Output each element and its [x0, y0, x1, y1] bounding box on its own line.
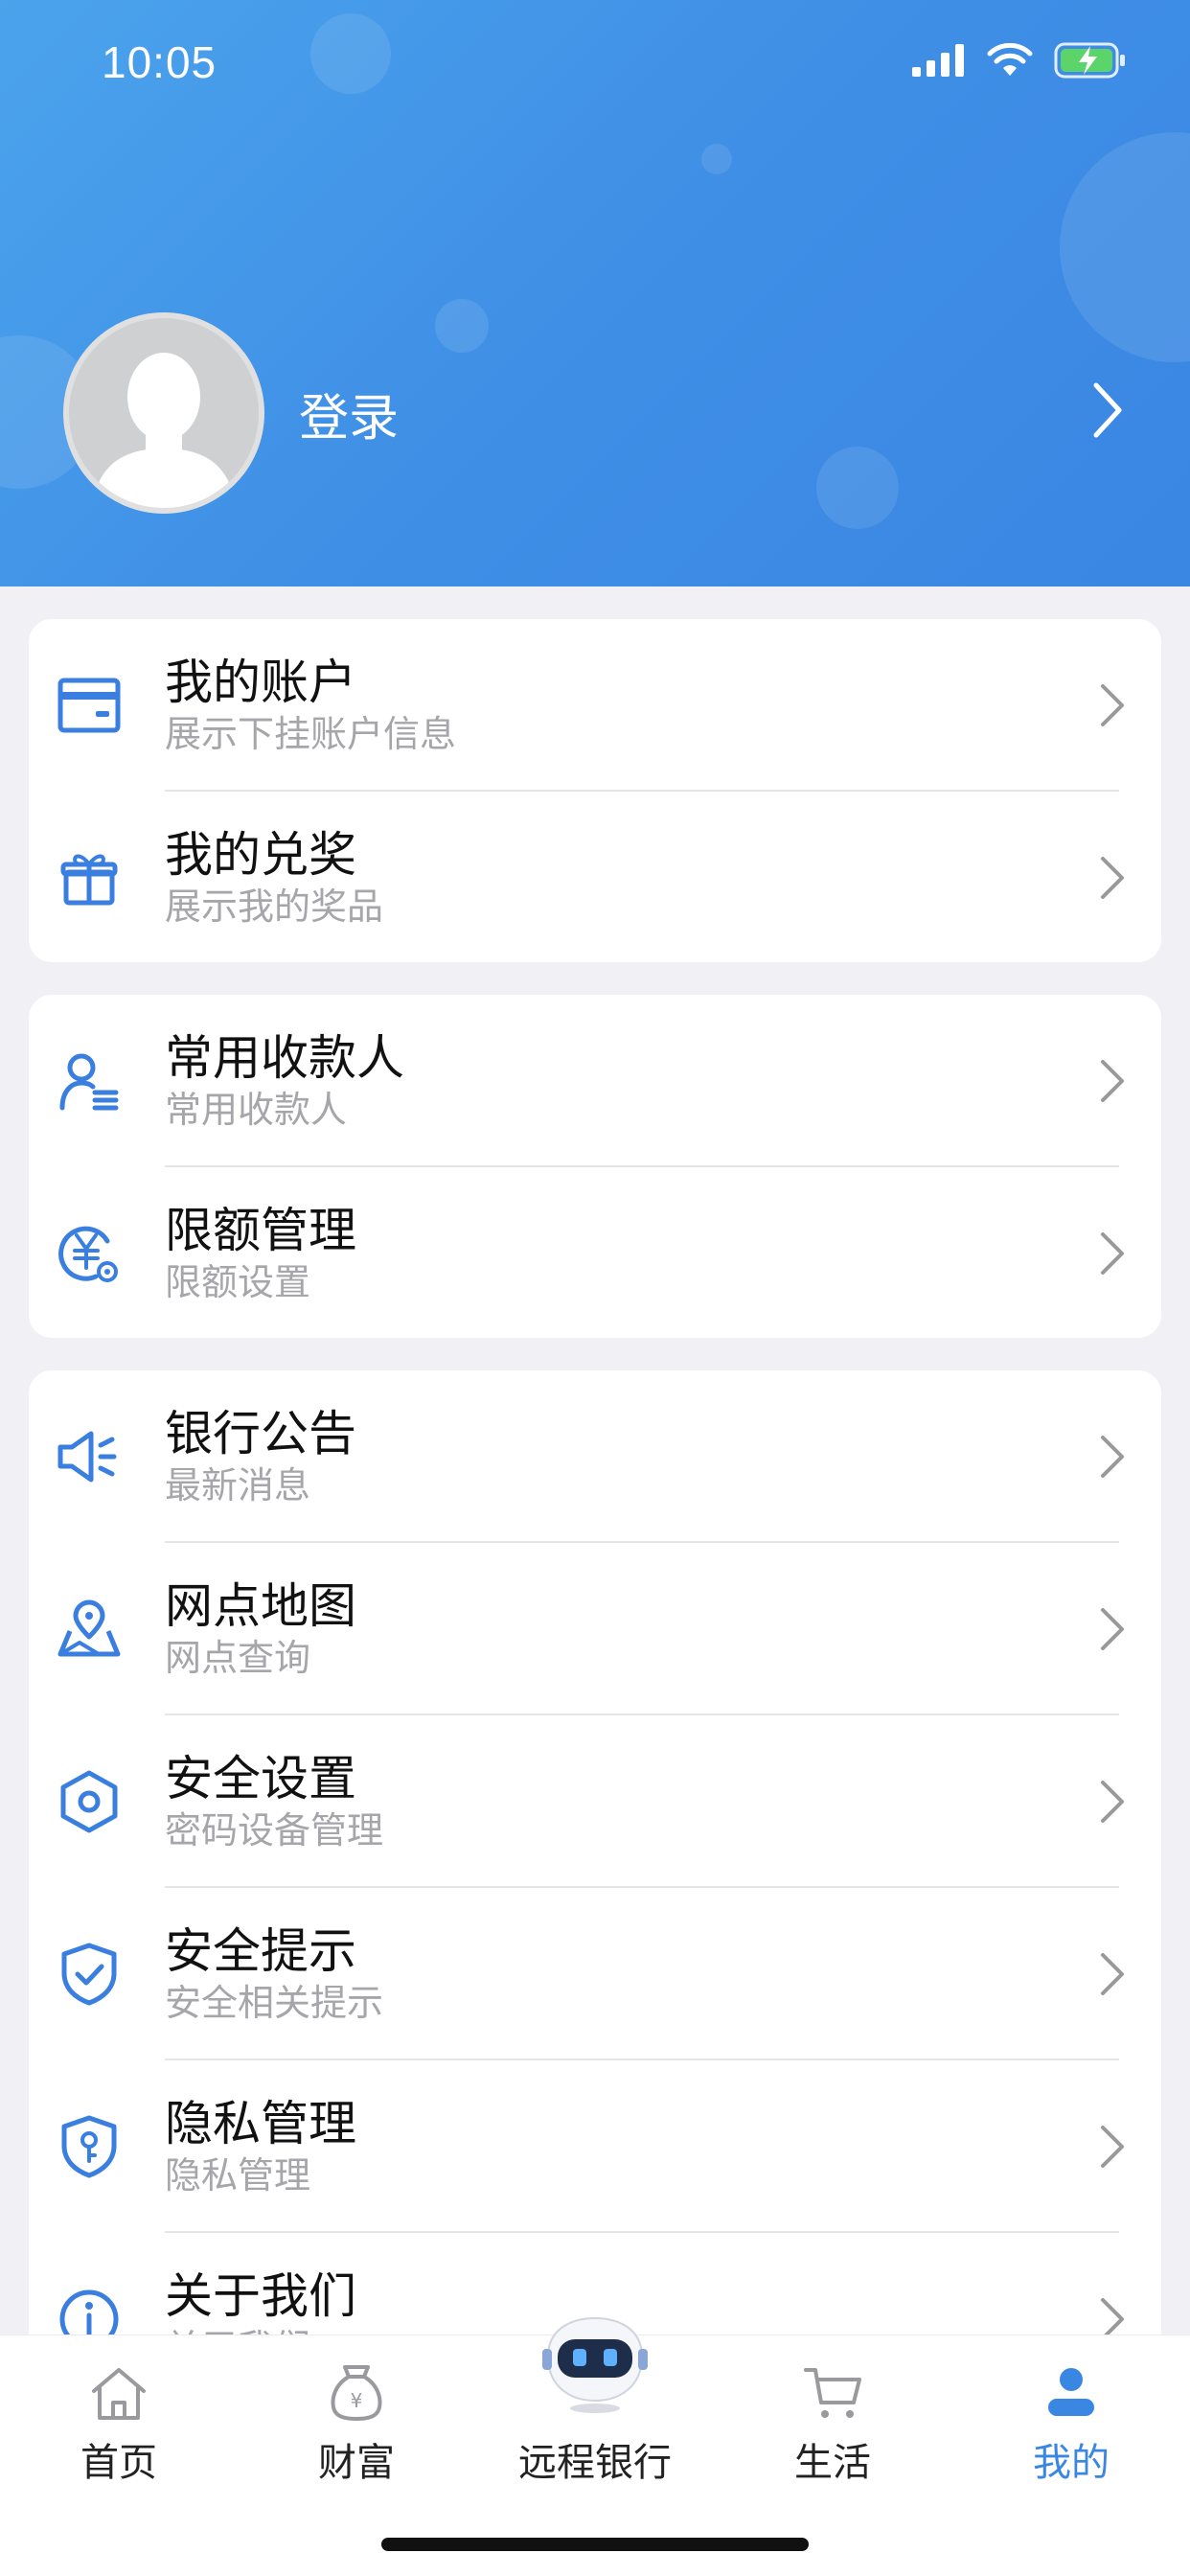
menu-item-title: 常用收款人 — [165, 1030, 404, 1086]
menu-item-bank-notice[interactable]: 银行公告 最新消息 — [29, 1370, 1161, 1543]
home-indicator — [381, 2538, 809, 2551]
menu-item-subtitle: 安全相关提示 — [165, 1982, 384, 2024]
tab-label: 远程银行 — [518, 2441, 672, 2485]
menu-card-payment: 常用收款人 常用收款人 限额管理 限额设置 — [29, 995, 1161, 1338]
avatar[interactable] — [63, 312, 264, 514]
menu-item-subtitle: 限额设置 — [165, 1261, 311, 1303]
tab-label: 首页 — [80, 2441, 157, 2485]
tab-life[interactable]: 生活 — [714, 2335, 951, 2489]
shield-key-icon — [56, 2113, 123, 2180]
menu-item-my-prizes[interactable]: 我的兑奖 展示我的奖品 — [29, 792, 1161, 962]
megaphone-icon — [56, 1423, 123, 1490]
menu-item-limit-management[interactable]: 限额管理 限额设置 — [29, 1167, 1161, 1338]
menu-item-privacy[interactable]: 隐私管理 隐私管理 — [29, 2060, 1161, 2233]
menu-item-title: 银行公告 — [165, 1406, 356, 1461]
menu-item-subtitle: 展示下挂账户信息 — [165, 713, 457, 755]
home-icon — [92, 2368, 146, 2420]
tab-home[interactable]: 首页 — [0, 2335, 238, 2489]
chevron-right-icon — [1101, 1953, 1124, 1995]
map-pin-icon — [56, 1596, 123, 1663]
menu-item-subtitle: 隐私管理 — [165, 2154, 311, 2196]
menu-item-title: 安全提示 — [165, 1923, 356, 1979]
gift-icon — [56, 844, 123, 911]
battery-charging-icon — [1054, 42, 1125, 79]
money-bag-icon: ¥ — [331, 2365, 382, 2421]
default-avatar-icon — [92, 353, 236, 508]
chevron-right-icon — [1101, 857, 1124, 899]
chevron-right-icon — [1101, 1060, 1124, 1102]
menu-item-title: 安全设置 — [165, 1751, 356, 1806]
payee-icon — [56, 1047, 123, 1115]
shield-check-icon — [56, 1941, 123, 2008]
menu-item-payees[interactable]: 常用收款人 常用收款人 — [29, 995, 1161, 1167]
chevron-right-icon — [1101, 1781, 1124, 1823]
menu-card-accounts: 我的账户 展示下挂账户信息 我的兑奖 展示我的奖品 — [29, 619, 1161, 962]
svg-text:¥: ¥ — [351, 2389, 363, 2412]
chevron-right-icon — [1101, 1232, 1124, 1275]
chevron-right-icon[interactable] — [1088, 380, 1127, 441]
yen-settings-icon — [56, 1220, 123, 1287]
profile-login-row[interactable]: 登录 — [63, 312, 1127, 514]
signal-icon — [912, 44, 964, 77]
chevron-right-icon — [1101, 1608, 1124, 1650]
profile-page: 10:05 登录 我的账户 展示下挂账户信息 我的兑奖 展示我的奖品 常用收款人… — [0, 0, 1190, 2576]
robot-icon[interactable] — [538, 2314, 652, 2414]
menu-item-title: 我的账户 — [165, 655, 356, 710]
menu-item-title: 限额管理 — [165, 1203, 356, 1258]
menu-item-branch-map[interactable]: 网点地图 网点查询 — [29, 1543, 1161, 1715]
menu-item-title: 网点地图 — [165, 1578, 356, 1634]
chevron-right-icon — [1101, 2126, 1124, 2168]
menu-item-my-account[interactable]: 我的账户 展示下挂账户信息 — [29, 619, 1161, 792]
tab-label: 财富 — [318, 2441, 395, 2485]
menu-item-title: 关于我们 — [165, 2268, 356, 2324]
menu-item-title: 我的兑奖 — [165, 827, 356, 883]
card-icon — [56, 672, 123, 739]
chevron-right-icon — [1101, 1436, 1124, 1478]
tab-mine[interactable]: 我的 — [952, 2335, 1190, 2489]
menu-item-subtitle: 展示我的奖品 — [165, 886, 384, 928]
tab-label: 生活 — [794, 2441, 871, 2485]
tab-wealth[interactable]: ¥ 财富 — [238, 2335, 475, 2489]
wifi-icon — [987, 43, 1033, 76]
chevron-right-icon — [1101, 684, 1124, 726]
login-label[interactable]: 登录 — [299, 378, 399, 449]
menu-item-subtitle: 常用收款人 — [165, 1089, 348, 1131]
menu-item-security-tips[interactable]: 安全提示 安全相关提示 — [29, 1888, 1161, 2060]
menu-item-subtitle: 密码设备管理 — [165, 1809, 384, 1852]
menu-card-services: 银行公告 最新消息 网点地图 网点查询 安全设置 密码设备管理 安全提示 安全相… — [29, 1370, 1161, 2425]
status-time: 10:05 — [102, 37, 217, 87]
menu-item-subtitle: 网点查询 — [165, 1637, 311, 1679]
status-icons — [912, 42, 1127, 79]
menu-item-subtitle: 最新消息 — [165, 1464, 311, 1506]
profile-header: 10:05 登录 — [0, 0, 1190, 586]
tab-label: 我的 — [1033, 2441, 1110, 2485]
menu-item-title: 隐私管理 — [165, 2096, 356, 2151]
hexagon-settings-icon — [56, 1768, 123, 1835]
menu-item-security-settings[interactable]: 安全设置 密码设备管理 — [29, 1715, 1161, 1888]
user-icon — [1048, 2368, 1094, 2416]
cart-icon — [804, 2368, 861, 2418]
